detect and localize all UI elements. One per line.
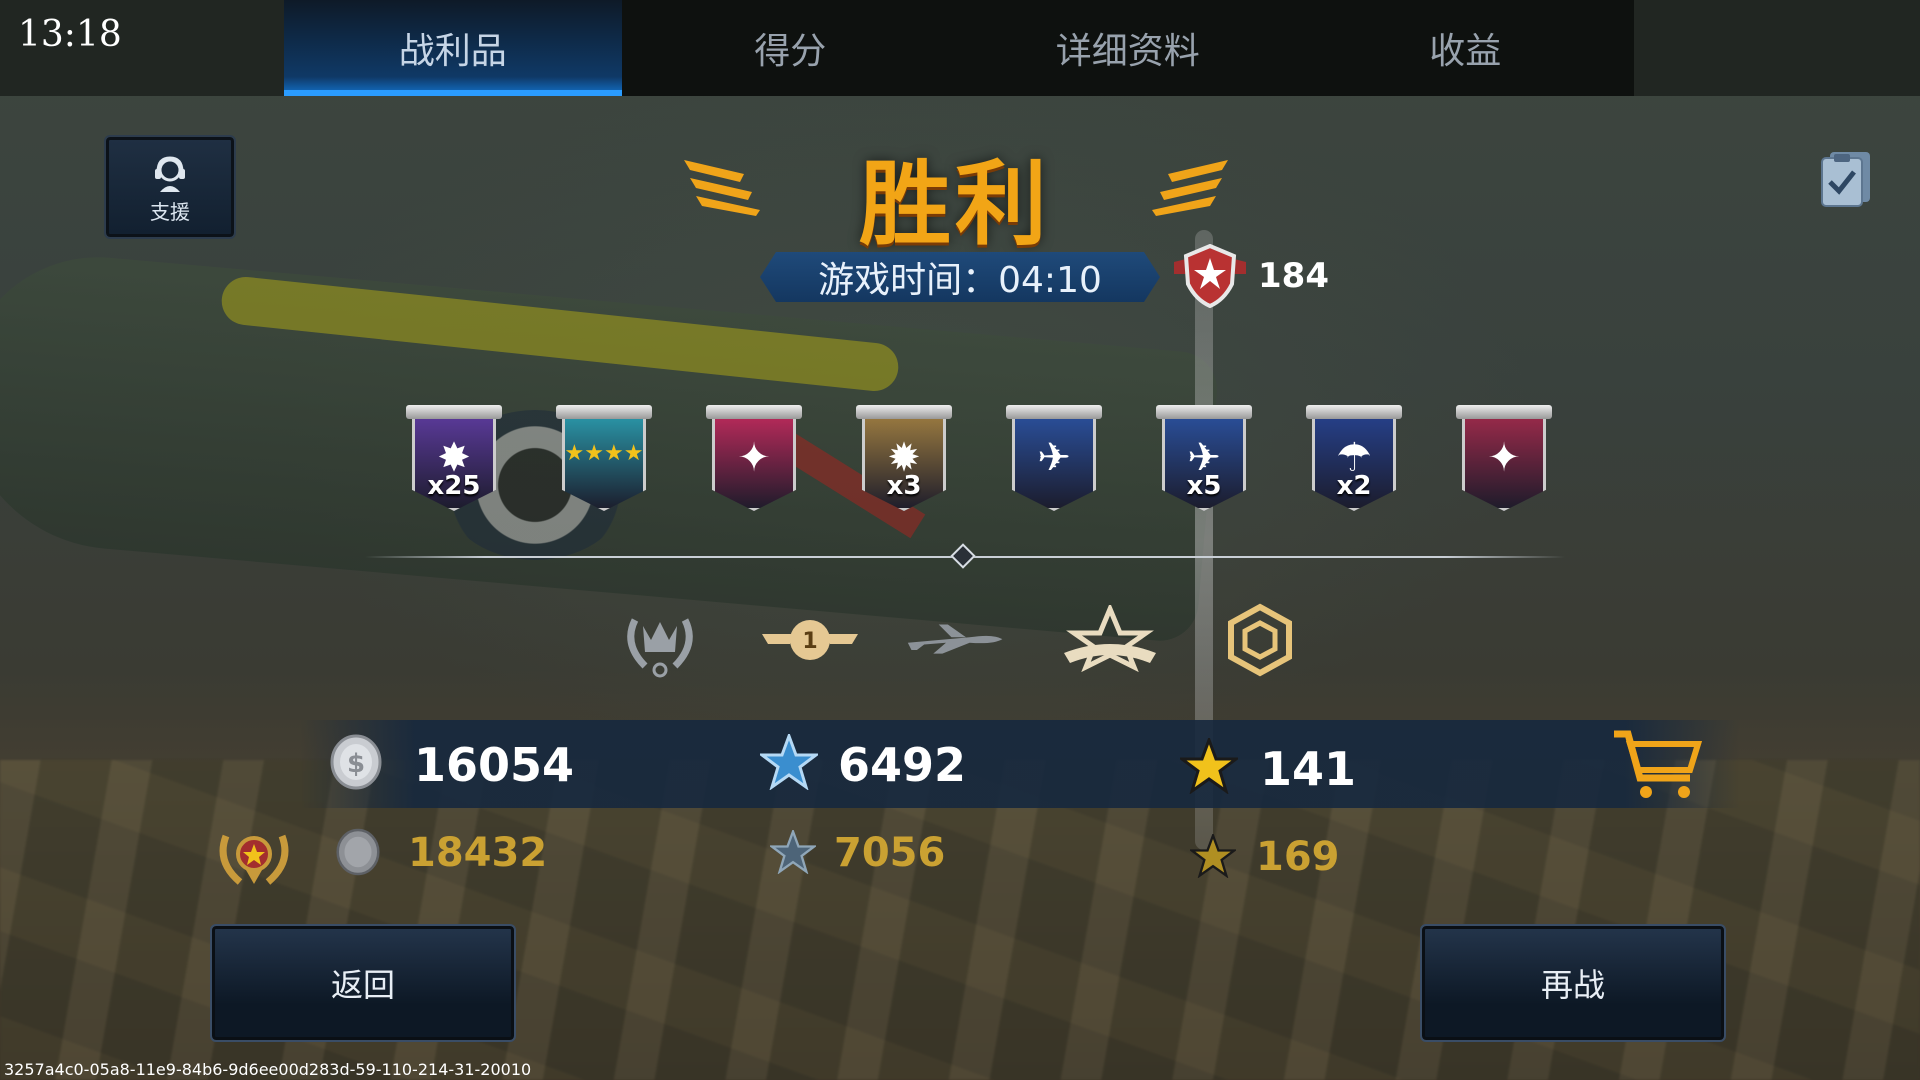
tab-bar: 战利品 得分 详细资料 收益 [284, 0, 1634, 96]
silver-coin-icon: $ [330, 734, 382, 790]
medal-bar [706, 405, 802, 419]
support-button[interactable]: 支援 [104, 135, 236, 239]
medal-count: x2 [1336, 471, 1372, 501]
gold-star-icon [1180, 738, 1238, 794]
rematch-button[interactable]: 再战 [1420, 924, 1726, 1042]
medal-bar [1306, 405, 1402, 419]
pilot-headset-icon [155, 155, 185, 192]
crown-laurel-icon[interactable] [610, 600, 710, 680]
game-time-banner: 游戏时间：04:10 [760, 252, 1160, 302]
medal-glyph-icon: ✦ [737, 435, 771, 481]
medal-bar [1156, 405, 1252, 419]
rank-shield-icon [1174, 244, 1246, 308]
rank-score: 184 [1258, 256, 1329, 296]
svg-text:$: $ [347, 749, 365, 779]
back-button[interactable]: 返回 [210, 924, 516, 1042]
fighter-plane-multi-medal[interactable]: ✈ x5 [1156, 405, 1252, 515]
victory-title: 胜利 [858, 151, 1051, 258]
star-ribbon-icon[interactable] [1060, 600, 1160, 680]
gold-reward: 141 [1260, 742, 1357, 796]
status-clock: 13:18 [18, 14, 122, 55]
blood-star-medal[interactable]: ✦ [1456, 405, 1552, 515]
session-id: 3257a4c0-05a8-11e9-84b6-9d6ee00d283d-59-… [4, 1060, 532, 1079]
medal-bar [1006, 405, 1102, 419]
xp-reward: 6492 [838, 738, 967, 792]
clipboard-check-icon[interactable] [1820, 148, 1874, 212]
explosion-medal[interactable]: ✸ x25 [406, 405, 502, 515]
fighter-plane-medal[interactable]: ✈ [1006, 405, 1102, 515]
xp-star-icon [760, 734, 818, 790]
premium-silver-reward: 18432 [408, 830, 548, 876]
medal-glyph-icon: ✈ [1037, 435, 1071, 481]
hexagon-badge-icon[interactable] [1210, 600, 1310, 680]
tab-score[interactable]: 得分 [622, 0, 960, 96]
premium-xp-reward: 7056 [834, 830, 946, 876]
medal-bar [556, 405, 652, 419]
medal-bar [406, 405, 502, 419]
aircraft-silhouette-icon[interactable] [906, 600, 1006, 680]
bomb-medal[interactable]: ✹ x3 [856, 405, 952, 515]
medal-count: x5 [1186, 471, 1222, 501]
premium-xp-star-icon [770, 830, 816, 874]
medal-count: x25 [427, 471, 481, 501]
svg-text:1: 1 [802, 629, 817, 654]
tab-details[interactable]: 详细资料 [959, 0, 1297, 96]
medal-count: x3 [886, 471, 922, 501]
premium-silver-coin-icon [336, 828, 380, 876]
shopping-cart-icon[interactable] [1610, 728, 1702, 804]
premium-gold-reward: 169 [1256, 834, 1340, 880]
victory-chevron-right-icon [1152, 160, 1228, 216]
medal-bar [1456, 405, 1552, 419]
tab-earnings[interactable]: 收益 [1297, 0, 1635, 96]
medal-glyph-icon: ✦ [1487, 435, 1521, 481]
premium-emblem-icon [219, 834, 289, 885]
medal-bar [856, 405, 952, 419]
premium-gold-star-icon [1190, 834, 1236, 878]
medal-glyph-icon: ★★★★ [564, 441, 644, 466]
parachute-medal[interactable]: ☂ x2 [1306, 405, 1402, 515]
silver-reward: 16054 [414, 738, 575, 792]
four-star-medal[interactable]: ★★★★ [556, 405, 652, 515]
tab-loot[interactable]: 战利品 [284, 0, 622, 96]
support-label: 支援 [150, 199, 190, 224]
rank-one-wings-icon[interactable]: 1 [760, 600, 860, 680]
star-cross-medal[interactable]: ✦ [706, 405, 802, 515]
victory-chevron-left-icon [684, 160, 760, 216]
